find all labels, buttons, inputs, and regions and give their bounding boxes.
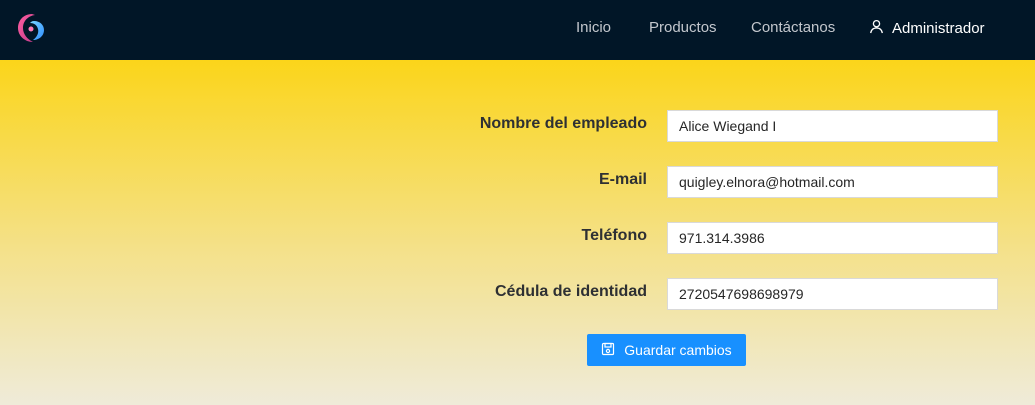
form-row-nombre: Nombre del empleado	[0, 110, 1035, 142]
swirl-logo-icon[interactable]	[15, 11, 49, 45]
user-menu[interactable]: Administrador	[869, 0, 985, 56]
form-row-email: E-mail	[0, 166, 1035, 198]
employee-edit-section: Nombre del empleado E-mail Teléfono Cédu…	[0, 60, 1035, 405]
nombre-label: Nombre del empleado	[479, 115, 647, 132]
telefono-input[interactable]	[667, 222, 998, 254]
telefono-label: Teléfono	[581, 227, 647, 244]
save-button-label: Guardar cambios	[624, 342, 732, 358]
user-menu-label: Administrador	[892, 19, 985, 37]
nav-link-inicio[interactable]: Inicio	[576, 0, 611, 56]
cedula-input[interactable]	[667, 278, 998, 310]
nav-link-productos[interactable]: Productos	[649, 0, 717, 56]
email-input[interactable]	[667, 166, 998, 198]
nombre-input[interactable]	[667, 110, 998, 142]
form-row-telefono: Teléfono	[0, 222, 1035, 254]
nav-link-contactanos[interactable]: Contáctanos	[751, 0, 835, 56]
save-icon	[601, 342, 615, 359]
cedula-label: Cédula de identidad	[494, 283, 647, 300]
email-label: E-mail	[598, 171, 647, 188]
save-changes-button[interactable]: Guardar cambios	[587, 334, 746, 366]
form-row-cedula: Cédula de identidad	[0, 278, 1035, 310]
user-icon	[869, 19, 884, 38]
top-navbar: Inicio Productos Contáctanos Administrad…	[0, 0, 1035, 60]
